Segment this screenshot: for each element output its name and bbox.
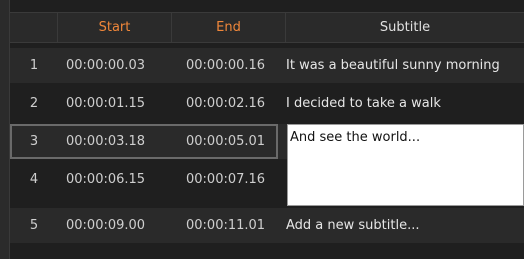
subtitle-placeholder[interactable]: Add a new subtitle... bbox=[286, 208, 524, 243]
table-header: Start End Subtitle bbox=[10, 12, 524, 43]
start-time[interactable]: 00:00:09.00 bbox=[66, 208, 170, 243]
left-panel-border bbox=[0, 0, 10, 259]
row-number: 4 bbox=[29, 172, 39, 187]
start-time[interactable]: 00:00:01.15 bbox=[66, 86, 170, 121]
subtitle-text[interactable]: It was a beautiful sunny morning bbox=[286, 48, 524, 83]
header-number bbox=[10, 13, 58, 42]
subtitle-edit-field[interactable] bbox=[287, 124, 524, 206]
end-time[interactable]: 00:00:00.16 bbox=[186, 48, 284, 83]
start-time[interactable]: 00:00:03.18 bbox=[66, 124, 170, 159]
end-time[interactable]: 00:00:02.16 bbox=[186, 86, 284, 121]
table-row[interactable]: 2 00:00:01.15 00:00:02.16 I decided to t… bbox=[10, 86, 524, 121]
row-number: 2 bbox=[29, 96, 39, 111]
end-time[interactable]: 00:00:11.01 bbox=[186, 208, 284, 243]
end-time[interactable]: 00:00:07.16 bbox=[186, 162, 284, 197]
header-start[interactable]: Start bbox=[58, 13, 172, 42]
row-number: 5 bbox=[29, 218, 39, 233]
header-end[interactable]: End bbox=[172, 13, 286, 42]
start-time[interactable]: 00:00:00.03 bbox=[66, 48, 170, 83]
table-row[interactable]: 1 00:00:00.03 00:00:00.16 It was a beaut… bbox=[10, 48, 524, 83]
row-number: 3 bbox=[29, 134, 39, 149]
end-time[interactable]: 00:00:05.01 bbox=[186, 124, 284, 159]
row-number: 1 bbox=[29, 58, 39, 73]
header-subtitle[interactable]: Subtitle bbox=[286, 13, 524, 42]
start-time[interactable]: 00:00:06.15 bbox=[66, 162, 170, 197]
subtitle-text[interactable]: I decided to take a walk bbox=[286, 86, 524, 121]
table-row[interactable]: 5 00:00:09.00 00:00:11.01 Add a new subt… bbox=[10, 208, 524, 243]
subtitle-editor-window: Start End Subtitle 1 00:00:00.03 00:00:0… bbox=[0, 0, 524, 259]
